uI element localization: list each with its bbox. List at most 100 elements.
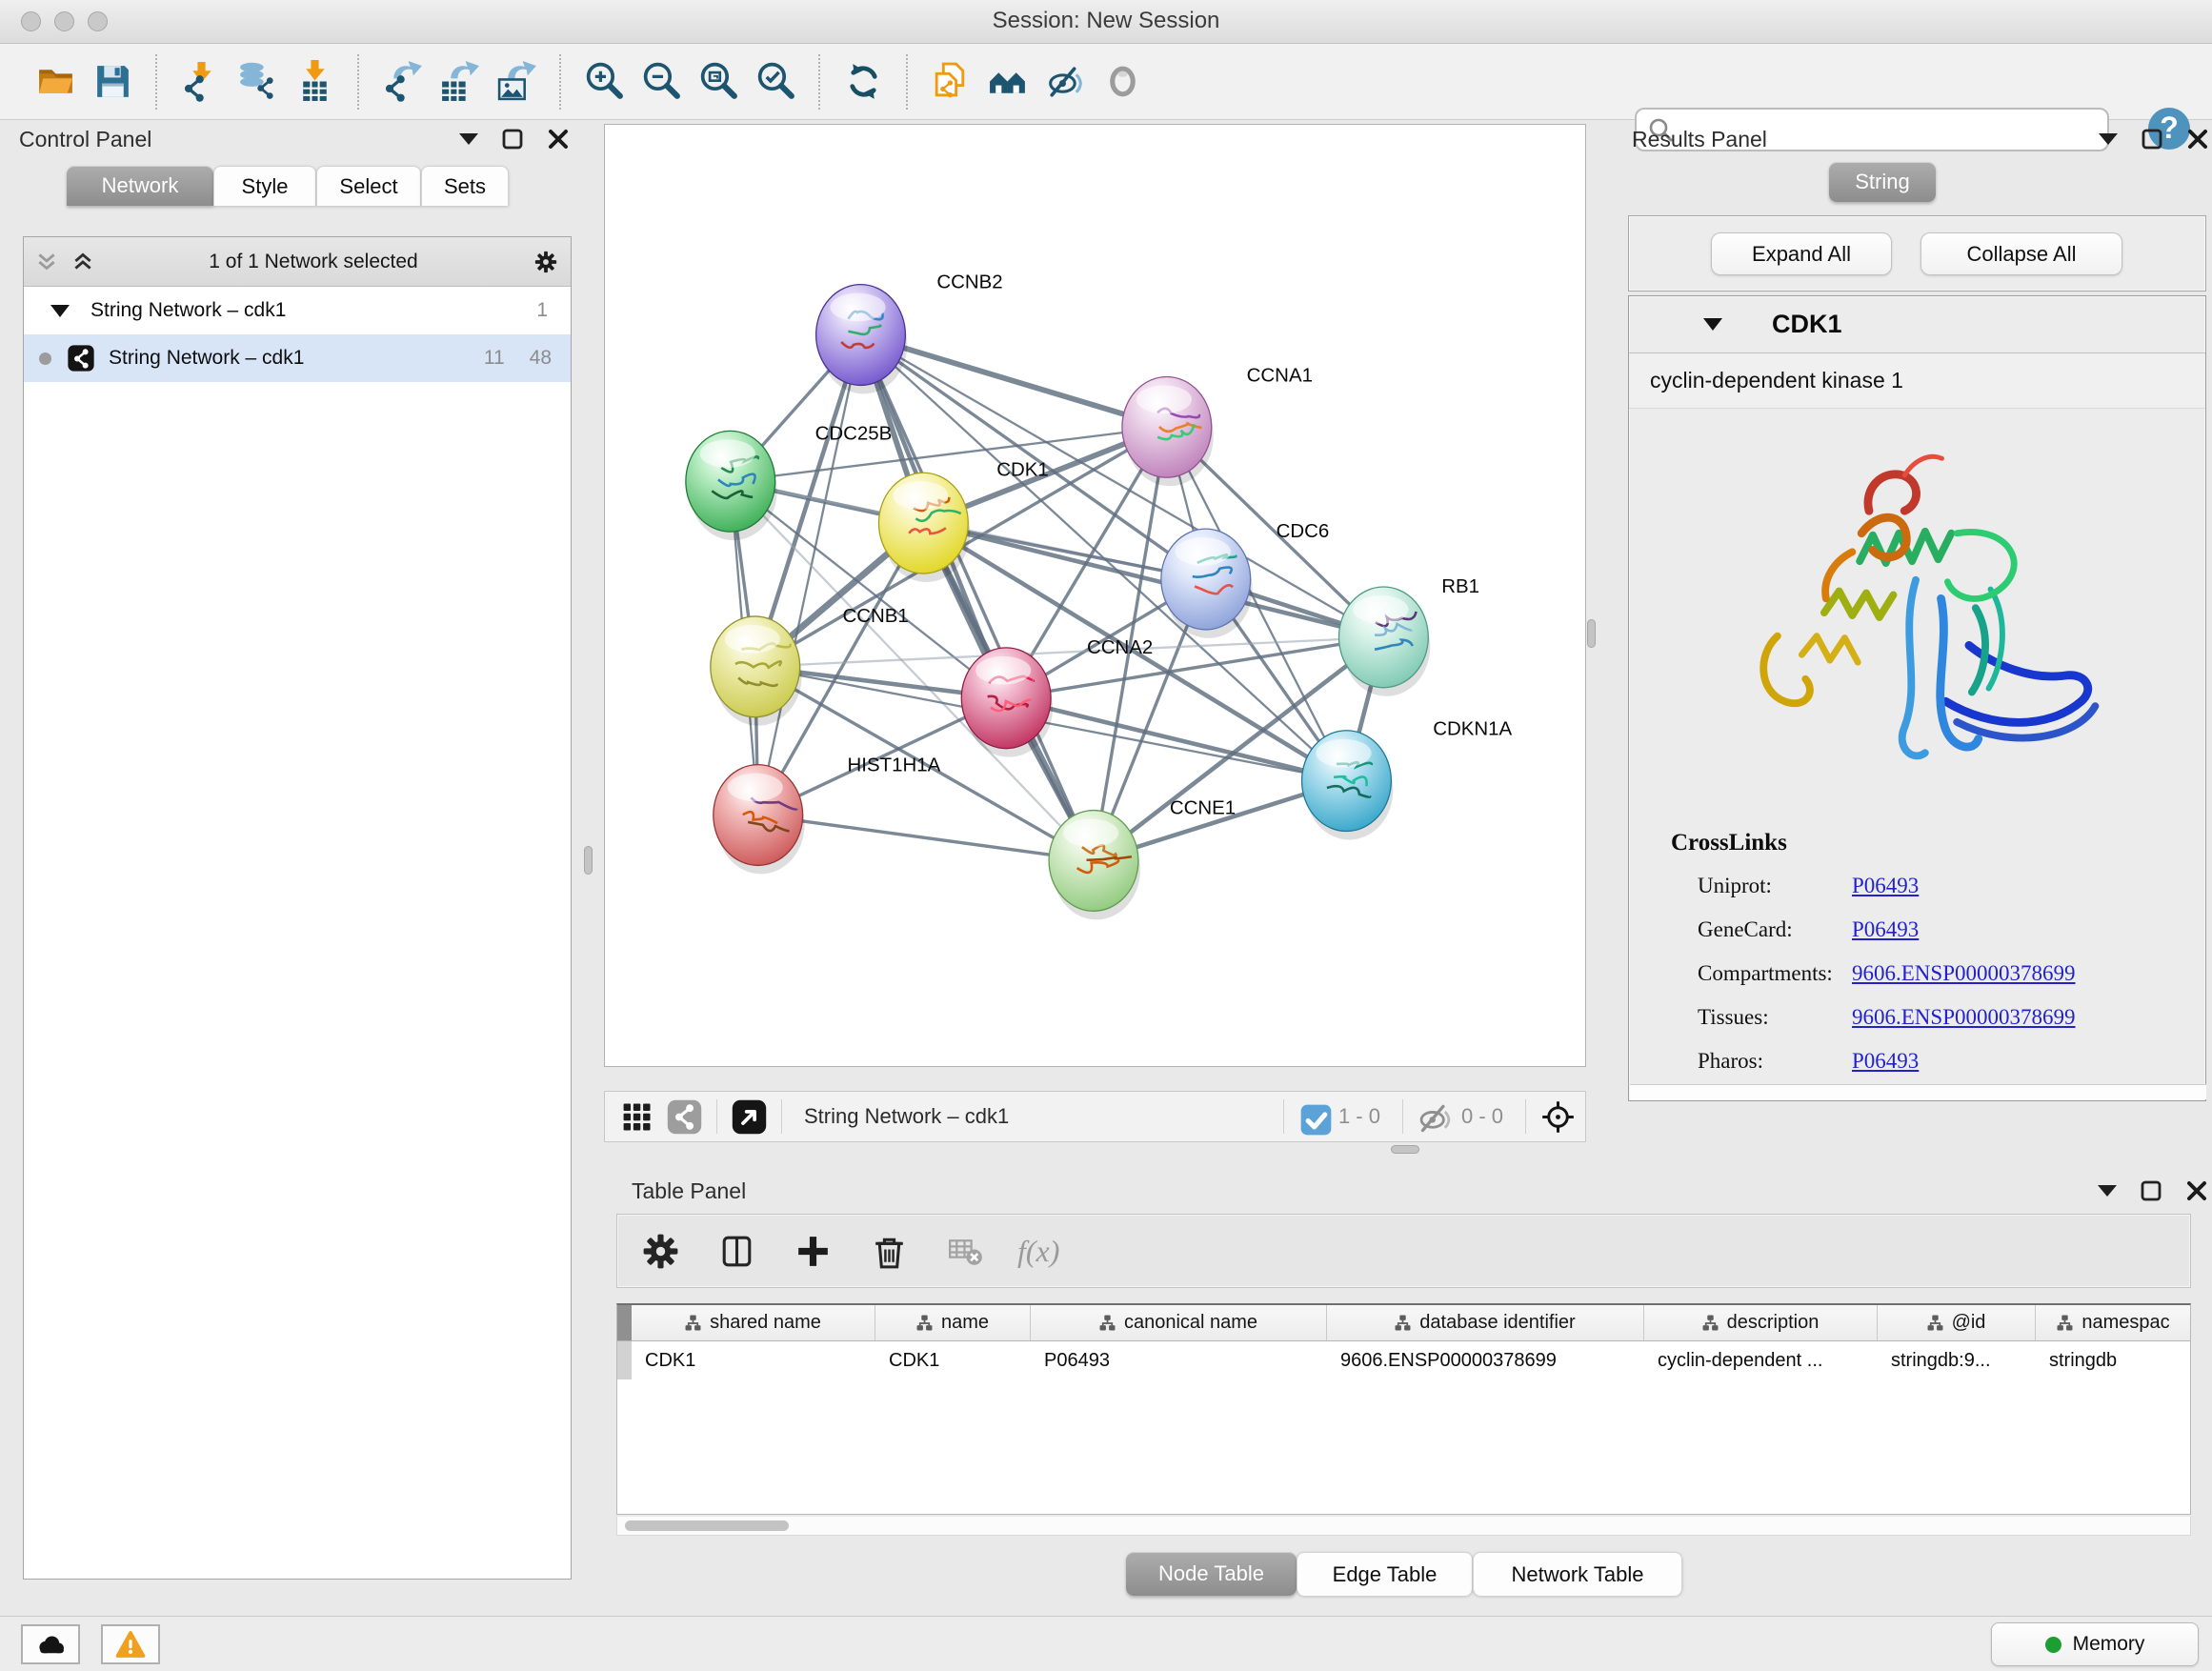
table-row[interactable]: CDK1CDK1P064939606.ENSP00000378699cyclin… [617,1341,2190,1379]
tab-string[interactable]: String [1829,162,1936,202]
import-table-icon[interactable] [291,58,338,106]
show-columns-icon[interactable] [713,1227,760,1275]
crosslink-link[interactable]: 9606.ENSP00000378699 [1852,961,2076,986]
import-network-icon[interactable] [176,58,224,106]
collapse-section-icon[interactable] [1703,318,1722,331]
float-panel-icon[interactable] [2141,128,2163,151]
crosslink-link[interactable]: P06493 [1852,874,1919,898]
close-panel-icon[interactable] [547,128,570,151]
tab-network-table[interactable]: Network Table [1473,1552,1682,1596]
network-row[interactable]: String Network – cdk1 11 48 [24,334,571,382]
close-panel-icon[interactable] [2185,1179,2208,1202]
export-network-icon[interactable] [378,58,426,106]
column-header-namespac[interactable]: namespac [2036,1305,2191,1340]
network-node-HIST1H1A[interactable]: HIST1H1A [714,755,941,875]
table-cell[interactable]: 9606.ENSP00000378699 [1327,1341,1644,1379]
network-options-gear-icon[interactable] [533,249,559,275]
panel-menu-icon[interactable] [2099,133,2118,145]
network-node-CCNE1[interactable]: CCNE1 [1049,797,1236,920]
warnings-button[interactable] [101,1624,160,1664]
network-edge[interactable] [860,335,1094,861]
zoom-fit-icon[interactable] [694,58,742,106]
tab-node-table[interactable]: Node Table [1126,1552,1297,1596]
tab-network[interactable]: Network [67,166,213,206]
export-table-icon[interactable] [435,58,483,106]
column-header-description[interactable]: description [1644,1305,1878,1340]
zoom-out-icon[interactable] [637,58,685,106]
delete-columns-icon[interactable] [865,1227,913,1275]
tab-edge-table[interactable]: Edge Table [1297,1552,1473,1596]
collapse-all-icon[interactable] [35,252,58,272]
panel-menu-icon[interactable] [459,133,478,145]
float-panel-icon[interactable] [501,128,524,151]
string-homes-icon[interactable] [984,58,1032,106]
column-header-database-identifier[interactable]: database identifier [1327,1305,1644,1340]
network-edge[interactable] [758,335,861,815]
crosslink-link[interactable]: P06493 [1852,1049,1919,1074]
table-cell[interactable]: CDK1 [632,1341,875,1379]
network-edge[interactable] [1006,698,1346,781]
table-hscrollbar-thumb[interactable] [625,1520,789,1531]
network-badge-icon[interactable] [665,1097,704,1137]
protein-card-header[interactable]: CDK1 [1629,296,2205,353]
network-node-CCNA1[interactable]: CCNA1 [1122,364,1313,486]
network-collection-row[interactable]: String Network – cdk1 1 [24,287,571,334]
network-node-CDC6[interactable]: CDC6 [1161,520,1329,638]
table-cell[interactable]: stringdb:9... [1878,1341,2036,1379]
panel-menu-icon[interactable] [2098,1185,2117,1197]
node-table[interactable]: shared namenamecanonical namedatabase id… [616,1303,2191,1515]
selected-count-checkbox-icon[interactable] [1297,1100,1329,1133]
tab-select[interactable]: Select [316,166,421,206]
grid-view-icon[interactable] [618,1097,657,1137]
column-header-canonical-name[interactable]: canonical name [1031,1305,1327,1340]
network-node-CCNB2[interactable]: CCNB2 [816,272,1003,394]
show-all-icon[interactable] [1098,58,1146,106]
open-view-icon[interactable] [730,1097,769,1137]
new-column-icon[interactable] [789,1227,836,1275]
crosslink-link[interactable]: 9606.ENSP00000378699 [1852,1005,2076,1030]
left-splitter-handle[interactable] [584,846,593,875]
bottom-splitter-handle[interactable] [1391,1145,1419,1154]
window-title: Session: New Session [0,8,2212,34]
network-edge[interactable] [758,815,1094,861]
column-header--id[interactable]: @id [1878,1305,2036,1340]
open-session-icon[interactable] [31,58,79,106]
column-header-name[interactable]: name [875,1305,1031,1340]
table-cell[interactable]: P06493 [1031,1341,1327,1379]
import-network-database-icon[interactable] [233,58,281,106]
table-hscrollbar-track[interactable] [616,1517,2191,1536]
results-scrollbar-track[interactable] [1630,1084,2206,1099]
collapse-all-button[interactable]: Collapse All [1920,232,2122,275]
cloud-button[interactable] [21,1624,80,1664]
hidden-count-eye-icon[interactable] [1416,1098,1452,1135]
memory-button[interactable]: Memory [1991,1622,2199,1666]
close-panel-icon[interactable] [2186,128,2209,151]
crosslink-link[interactable]: P06493 [1852,917,1919,942]
zoom-selected-icon[interactable] [752,58,799,106]
delete-table-icon[interactable] [941,1227,989,1275]
duplicate-network-icon[interactable] [927,58,975,106]
table-cell[interactable]: stringdb [2036,1341,2191,1379]
function-builder-button[interactable]: f(x) [1017,1234,1059,1269]
export-image-icon[interactable] [493,58,540,106]
network-node-RB1[interactable]: RB1 [1338,575,1479,696]
zoom-in-icon[interactable] [580,58,628,106]
right-splitter-handle[interactable] [1587,619,1596,648]
collection-expander-icon[interactable] [50,305,70,317]
tab-style[interactable]: Style [213,166,316,206]
float-panel-icon[interactable] [2140,1179,2162,1202]
selection-mode-crosshair-icon[interactable] [1538,1097,1578,1137]
network-canvas[interactable]: CCNB2 CCNA1 CDC25B CDK1 CDC6 RB1 CCNB1 [604,124,1586,1067]
save-session-icon[interactable] [89,58,136,106]
hide-selected-icon[interactable] [1041,58,1089,106]
column-header-shared-name[interactable]: shared name [632,1305,875,1340]
table-options-gear-icon[interactable] [636,1227,684,1275]
network-node-CDC25B[interactable]: CDC25B [686,422,892,540]
tab-sets[interactable]: Sets [421,166,509,206]
table-cell[interactable]: cyclin-dependent ... [1644,1341,1878,1379]
network-node-CDKN1A[interactable]: CDKN1A [1302,718,1513,840]
refresh-network-icon[interactable] [839,58,887,106]
expand-all-icon[interactable] [71,252,94,272]
table-cell[interactable]: CDK1 [875,1341,1031,1379]
expand-all-button[interactable]: Expand All [1711,232,1892,275]
